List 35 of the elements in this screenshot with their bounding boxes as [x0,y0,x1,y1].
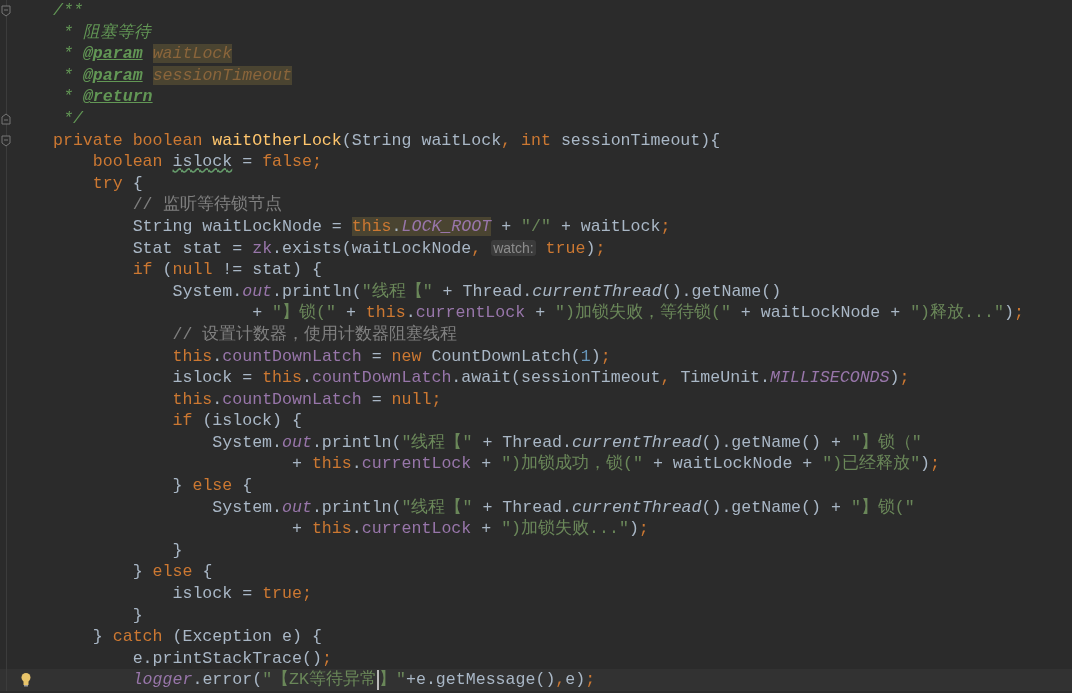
code-line: } else { [131,561,213,584]
fold-start-icon[interactable] [1,134,11,147]
code-line: boolean islock = false; [91,151,322,173]
code-line: if (islock) { [171,410,302,432]
code-line: islock = true; [171,583,312,605]
code-line: if (null != stat) { [131,259,322,281]
code-line: * 阻塞等待 [61,21,151,44]
code-line: logger.error("【ZK等待异常】"+e.getMessage(),e); [131,669,596,691]
code-line: System.out.println("线程【" + Thread.currentThread().getName() + "】锁(" [211,496,915,519]
code-line: System.out.println("线程【" + Thread.currentThread().getName() [171,280,782,303]
code-line: } [131,604,143,627]
code-line: islock = this.countDownLatch.await(sessionTimeout, TimeUnit.MILLISECONDS); [171,367,910,389]
code-line: + "】锁(" + this.currentLock + ")加锁失败，等待锁(" + waitLockNode + ")释放..."); [251,302,1024,324]
code-line: } else { [171,475,253,497]
code-line: this.countDownLatch = null; [171,388,442,411]
code-line: } catch (Exception e) { [91,626,322,648]
lightbulb-icon[interactable] [20,672,32,688]
code-line: * @param waitLock [61,43,233,65]
code-line: + this.currentLock + ")加锁失败..."); [291,518,649,540]
code-line: // 设置计数器，使用计数器阻塞线程 [171,323,458,346]
code-line: this.countDownLatch = new CountDownLatch(1); [171,345,611,368]
code-line: /** [53,0,83,22]
code-line: String waitLockNode = this.LOCK_ROOT + "/" + waitLock; [131,215,671,238]
code-line: */ [61,107,83,130]
code-line: // 监听等待锁节点 [131,194,282,216]
fold-start-icon[interactable] [1,5,11,17]
code-line: e.printStackTrace(); [131,647,332,670]
code-line: + this.currentLock + ")加锁成功，锁(" + waitLockNode + ")已经释放"); [291,453,941,476]
fold-end-icon[interactable] [1,112,11,125]
code-line: System.out.println("线程【" + Thread.currentThread().getName() + "】锁（" [211,431,922,454]
code-line: * @return [61,86,153,108]
code-line: Stat stat = zk.exists(waitLockNode, watch: true); [131,237,606,260]
code-line: } [171,539,183,562]
code-line: try { [91,172,143,195]
code-line: private boolean waitOtherLock(String waitLock, int sessionTimeout){ [53,129,721,152]
